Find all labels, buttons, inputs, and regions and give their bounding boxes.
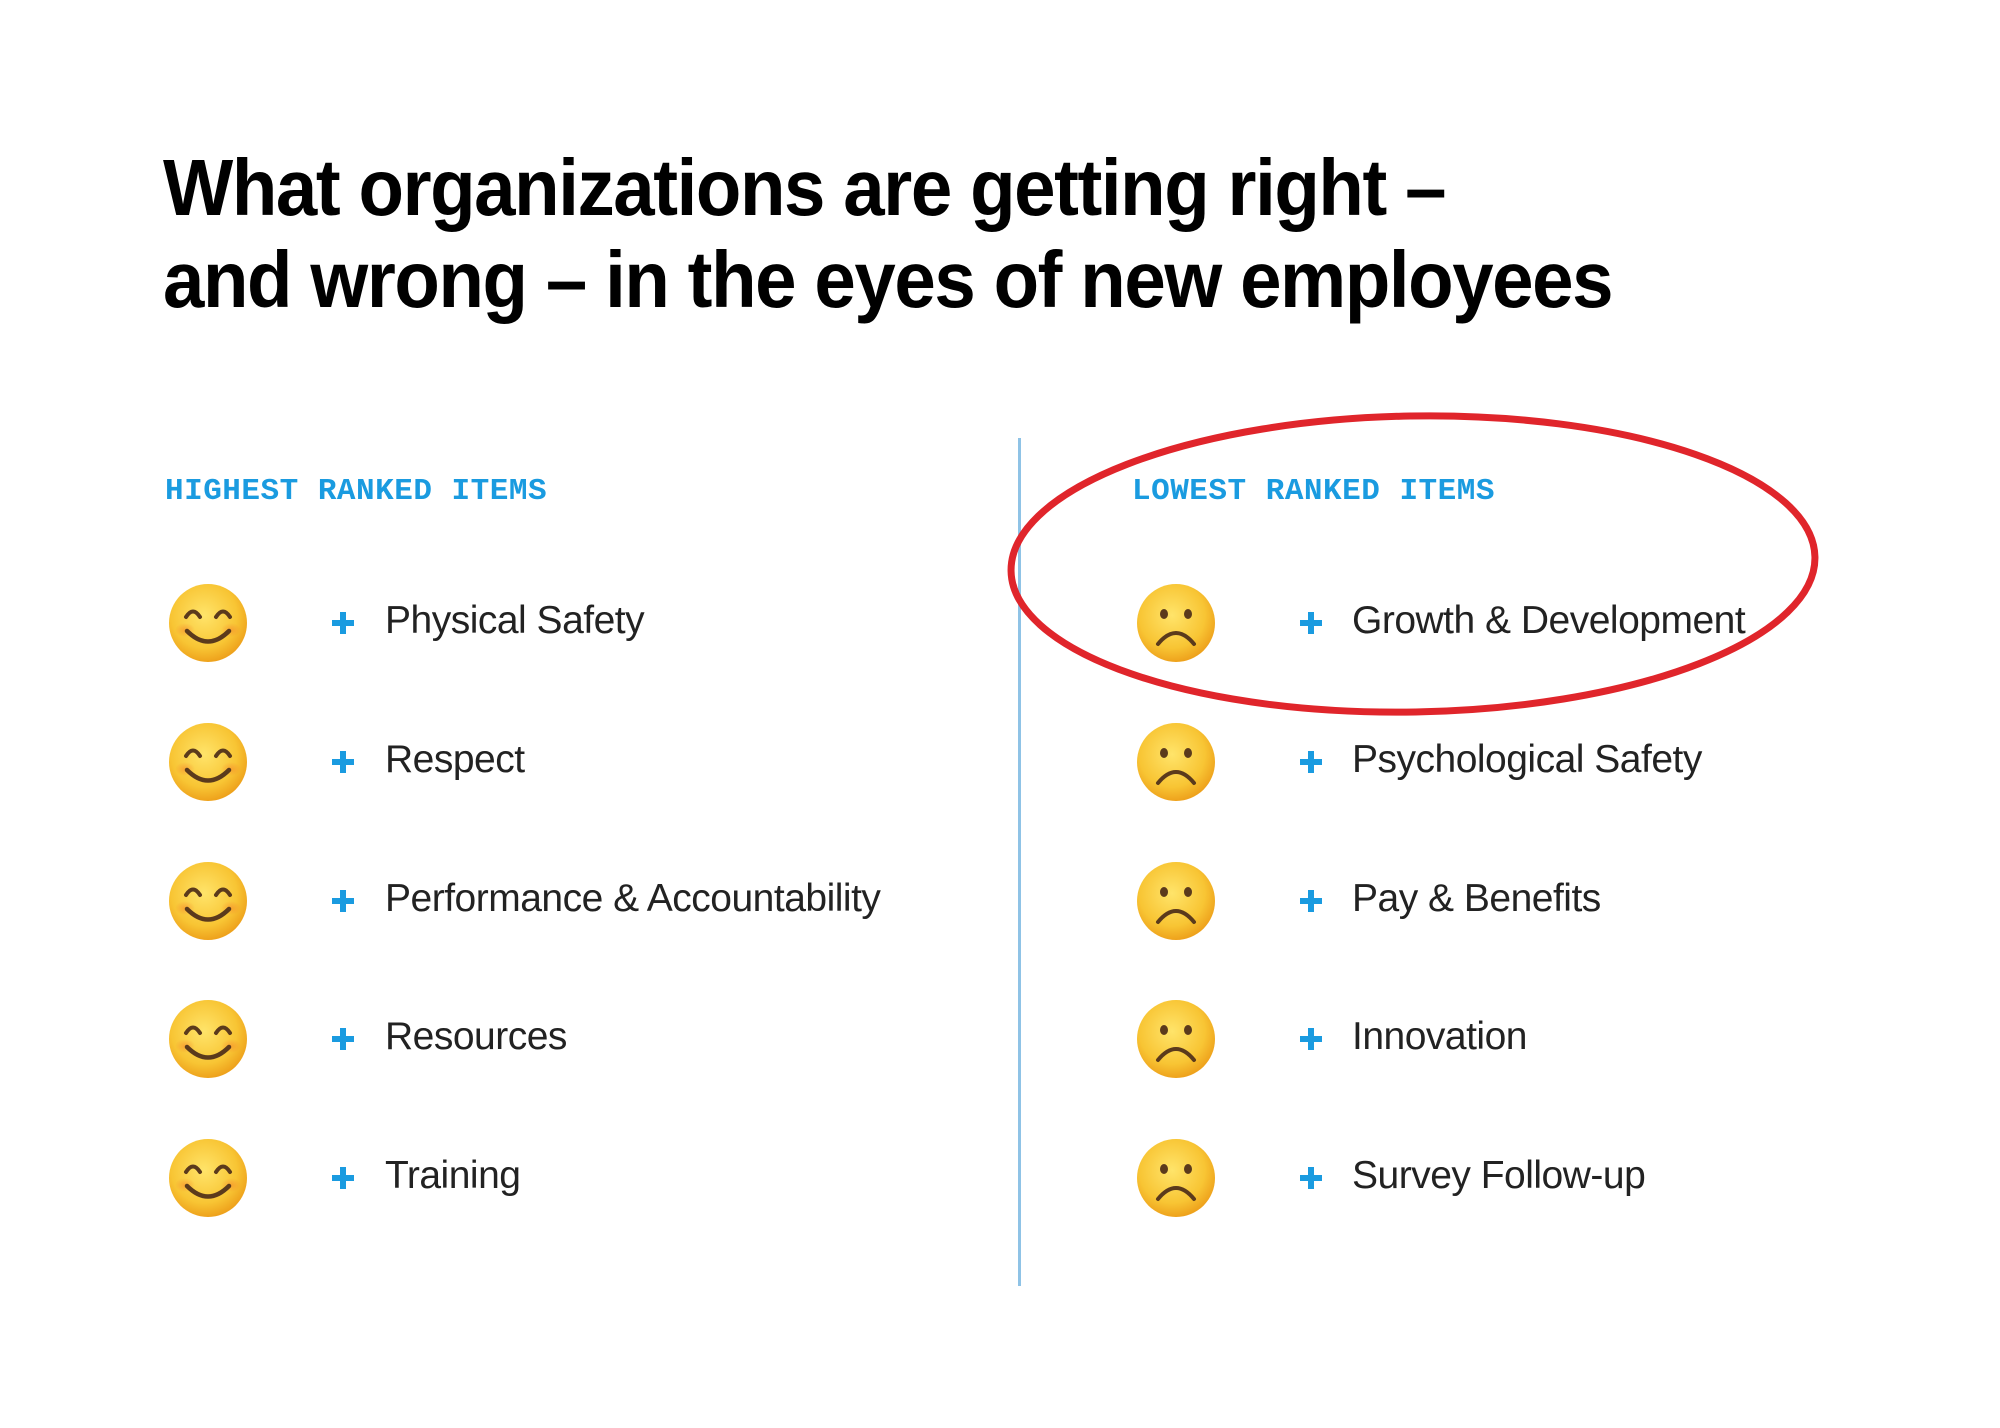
plus-icon [1300, 612, 1322, 634]
smiling-face-icon [169, 1000, 247, 1078]
smiling-face-icon [169, 862, 247, 940]
plus-icon [332, 612, 354, 634]
frowning-face-icon [1137, 862, 1215, 940]
item-label: Innovation [1352, 1015, 1527, 1058]
lowest-ranked-header: LOWEST RANKED ITEMS [1132, 474, 1495, 509]
plus-icon [332, 890, 354, 912]
highlight-circle-growth-development [1007, 412, 1819, 716]
item-label: Physical Safety [385, 599, 645, 642]
frowning-face-icon [1137, 1139, 1215, 1217]
plus-icon [1300, 1028, 1322, 1050]
item-label: Growth & Development [1352, 599, 1746, 642]
item-label: Performance & Accountability [385, 877, 881, 920]
highest-ranked-header: HIGHEST RANKED ITEMS [165, 474, 548, 509]
frowning-face-icon [1137, 723, 1215, 801]
plus-icon [332, 1167, 354, 1189]
plus-icon [332, 1028, 354, 1050]
item-label: Pay & Benefits [1352, 877, 1601, 920]
frowning-face-icon [1137, 584, 1215, 662]
frowning-face-icon [1137, 1000, 1215, 1078]
smiling-face-icon [169, 723, 247, 801]
item-label: Psychological Safety [1352, 738, 1702, 781]
item-label: Respect [385, 738, 525, 781]
smiling-face-icon [169, 584, 247, 662]
column-divider [1018, 438, 1021, 1286]
item-label: Training [385, 1154, 521, 1197]
plus-icon [1300, 890, 1322, 912]
item-label: Survey Follow-up [1352, 1154, 1646, 1197]
title-line-1: What organizations are getting right – [163, 143, 1447, 232]
page-title: What organizations are getting right – a… [163, 142, 1744, 326]
plus-icon [1300, 751, 1322, 773]
smiling-face-icon [169, 1139, 247, 1217]
plus-icon [332, 751, 354, 773]
plus-icon [1300, 1167, 1322, 1189]
item-label: Resources [385, 1015, 567, 1058]
title-line-2: and wrong – in the eyes of new employees [163, 235, 1614, 324]
